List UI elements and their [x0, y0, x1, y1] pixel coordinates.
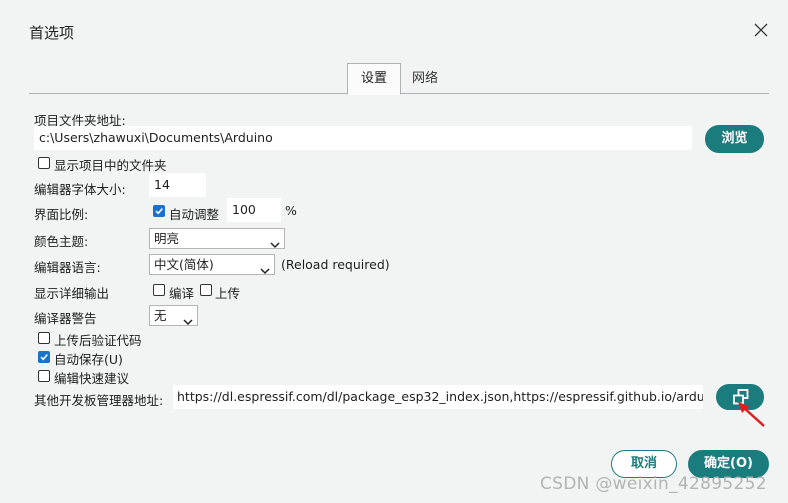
chevron-down-icon: [183, 312, 193, 331]
tab-settings[interactable]: 设置: [347, 63, 401, 95]
quick-suggest-label: 编辑快速建议: [54, 371, 130, 386]
language-select-value: 中文(简体): [154, 257, 214, 272]
verify-upload-label: 上传后验证代码: [54, 333, 142, 348]
verify-upload-checkbox[interactable]: [38, 332, 50, 344]
verbose-label: 显示详细输出: [34, 286, 110, 301]
theme-select-value: 明亮: [154, 231, 180, 246]
verbose-compile-label: 编译: [169, 286, 195, 301]
show-files-label: 显示项目中的文件夹: [54, 158, 167, 173]
close-icon[interactable]: [751, 20, 771, 40]
auto-scale-label: 自动调整: [169, 207, 220, 222]
sketchbook-input[interactable]: c:\Users\zhawuxi\Documents\Arduino: [34, 126, 692, 150]
board-urls-label: 其他开发板管理器地址:: [34, 393, 164, 408]
annotation-arrow-icon: [738, 402, 765, 427]
tab-network[interactable]: 网络: [402, 64, 448, 94]
scale-unit: %: [285, 203, 297, 218]
browse-button[interactable]: 浏览: [705, 125, 764, 153]
verbose-upload-checkbox[interactable]: [200, 284, 212, 296]
language-label: 编辑器语言:: [34, 260, 101, 275]
language-select[interactable]: 中文(简体): [149, 254, 275, 275]
reload-note: (Reload required): [281, 257, 390, 272]
quick-suggest-checkbox[interactable]: [38, 370, 50, 382]
show-files-checkbox[interactable]: [38, 157, 50, 169]
verbose-compile-checkbox[interactable]: [153, 284, 165, 296]
verbose-upload-label: 上传: [215, 286, 241, 301]
board-urls-input[interactable]: https://dl.espressif.com/dl/package_esp3…: [173, 385, 703, 409]
scale-label: 界面比例:: [34, 207, 89, 222]
warnings-label: 编译器警告: [34, 311, 97, 326]
chevron-down-icon: [270, 235, 280, 254]
theme-label: 颜色主题:: [34, 234, 89, 249]
autosave-label: 自动保存(U): [54, 352, 123, 367]
theme-select[interactable]: 明亮: [149, 228, 285, 249]
auto-scale-checkbox[interactable]: [153, 205, 165, 217]
dialog-title: 首选项: [29, 24, 75, 42]
scale-input[interactable]: 100: [227, 198, 281, 222]
warnings-select[interactable]: 无: [149, 305, 198, 326]
autosave-checkbox[interactable]: [38, 351, 50, 363]
watermark: CSDN @weixin_42895252: [540, 474, 767, 494]
font-size-label: 编辑器字体大小:: [34, 182, 126, 197]
font-size-input[interactable]: 14: [149, 173, 206, 197]
chevron-down-icon: [260, 261, 270, 280]
warnings-select-value: 无: [154, 308, 167, 323]
